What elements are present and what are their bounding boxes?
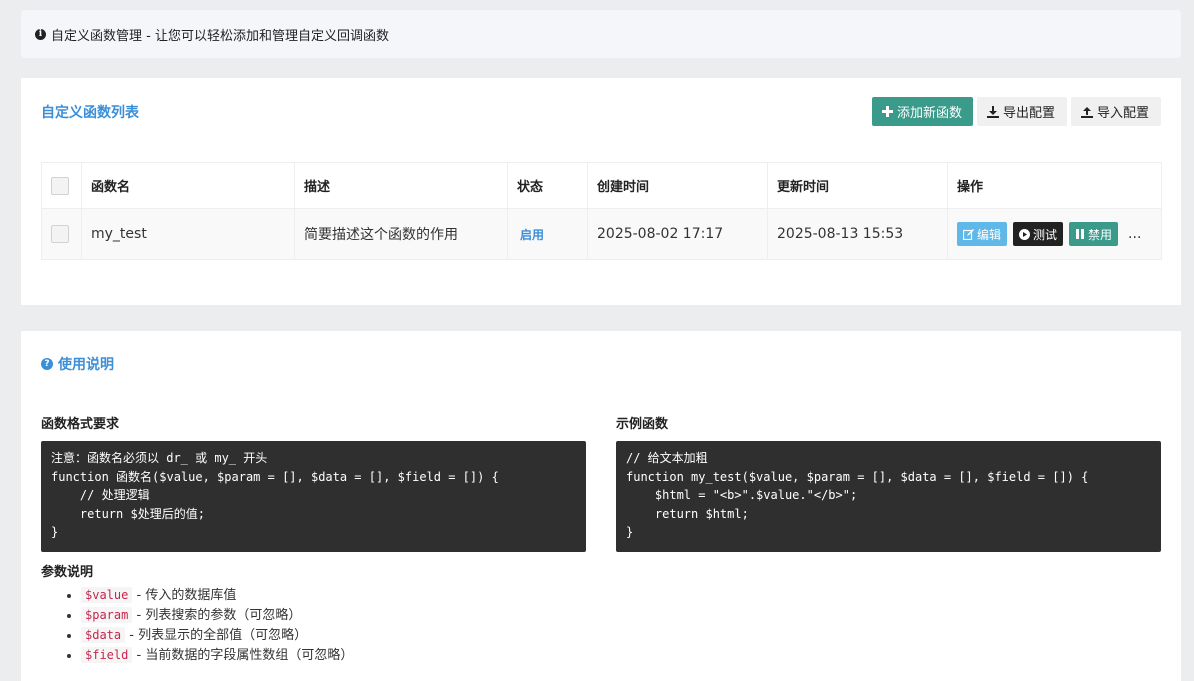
disable-button[interactable]: 禁用 xyxy=(1069,222,1119,246)
function-name: my_test xyxy=(81,208,295,260)
more-actions-button[interactable]: ... xyxy=(1128,226,1141,242)
add-function-label: 添加新函数 xyxy=(897,106,963,121)
question-circle-icon: ? xyxy=(41,358,53,370)
edit-icon xyxy=(963,228,974,240)
table-row: my_test 简要描述这个函数的作用 启用 2025-08-02 17:17 … xyxy=(41,208,1162,260)
header-updated: 更新时间 xyxy=(767,162,948,209)
list-item: $data - 列表显示的全部值（可忽略） xyxy=(81,625,353,645)
function-list-panel: 自定义函数列表 添加新函数 导出配置 导入配置 函数名 描述 状态 创建时间 更… xyxy=(21,78,1181,305)
header-description: 描述 xyxy=(294,162,508,209)
import-config-button[interactable]: 导入配置 xyxy=(1071,97,1161,126)
notice-bar: i 自定义函数管理 - 让您可以轻松添加和管理自定义回调函数 xyxy=(21,10,1181,58)
info-circle-icon: i xyxy=(35,28,46,40)
plus-icon xyxy=(882,106,893,117)
edit-button[interactable]: 编辑 xyxy=(957,222,1008,246)
params-list: $value - 传入的数据库值 $param - 列表搜索的参数（可忽略） $… xyxy=(41,585,353,665)
param-desc: - 当前数据的字段属性数组（可忽略） xyxy=(132,648,354,663)
export-config-button[interactable]: 导出配置 xyxy=(977,97,1067,126)
export-config-label: 导出配置 xyxy=(1003,106,1056,121)
row-checkbox[interactable] xyxy=(51,225,69,243)
function-description: 简要描述这个函数的作用 xyxy=(294,208,508,260)
table-header-row: 函数名 描述 状态 创建时间 更新时间 操作 xyxy=(41,162,1162,209)
select-all-checkbox[interactable] xyxy=(51,176,69,195)
function-table: 函数名 描述 状态 创建时间 更新时间 操作 my_test 简要描述这个函数的… xyxy=(41,162,1162,260)
updated-time: 2025-08-13 15:53 xyxy=(767,208,948,260)
created-time: 2025-08-02 17:17 xyxy=(587,208,768,260)
add-function-button[interactable]: 添加新函数 xyxy=(872,97,973,126)
header-status: 状态 xyxy=(507,162,588,209)
param-var: $value xyxy=(81,587,133,603)
param-desc: - 列表搜索的参数（可忽略） xyxy=(132,608,302,623)
upload-icon xyxy=(1081,106,1093,118)
list-item: $value - 传入的数据库值 xyxy=(81,585,353,605)
example-code-block: // 给文本加粗 function my_test($value, $param… xyxy=(616,441,1161,552)
notice-text: 自定义函数管理 - 让您可以轻松添加和管理自定义回调函数 xyxy=(51,28,389,44)
test-label: 测试 xyxy=(1033,227,1058,242)
param-var: $field xyxy=(81,647,133,663)
help-panel: ? 使用说明 函数格式要求 注意：函数名必须以 dr_ 或 my_ 开头 fun… xyxy=(21,331,1181,681)
pause-icon xyxy=(1076,229,1085,239)
param-desc: - 列表显示的全部值（可忽略） xyxy=(125,628,308,643)
download-icon xyxy=(987,105,999,118)
header-created: 创建时间 xyxy=(587,162,768,209)
edit-label: 编辑 xyxy=(977,227,1002,242)
list-item: $param - 列表搜索的参数（可忽略） xyxy=(81,605,353,625)
help-title: ? 使用说明 xyxy=(41,354,114,374)
disable-label: 禁用 xyxy=(1088,227,1113,242)
import-config-label: 导入配置 xyxy=(1097,106,1150,121)
param-var: $data xyxy=(81,627,126,643)
header-actions: 操作 xyxy=(947,162,1162,209)
row-select-cell xyxy=(41,208,82,260)
actions-cell: 编辑 测试 禁用 ... xyxy=(947,208,1162,260)
status-badge: 启用 xyxy=(520,227,545,242)
help-title-text: 使用说明 xyxy=(58,357,114,373)
function-list-title: 自定义函数列表 xyxy=(41,105,139,121)
list-item: $field - 当前数据的字段属性数组（可忽略） xyxy=(81,645,353,665)
example-title: 示例函数 xyxy=(616,417,669,432)
format-code-block: 注意：函数名必须以 dr_ 或 my_ 开头 function 函数名($val… xyxy=(41,441,586,552)
format-title: 函数格式要求 xyxy=(41,417,120,432)
play-icon xyxy=(1019,228,1031,240)
param-desc: - 传入的数据库值 xyxy=(132,588,237,603)
status-cell: 启用 xyxy=(507,208,588,260)
test-button[interactable]: 测试 xyxy=(1013,222,1064,246)
params-title: 参数说明 xyxy=(41,565,94,580)
param-var: $param xyxy=(81,607,133,623)
header-name: 函数名 xyxy=(81,162,295,209)
select-all-cell xyxy=(41,162,82,209)
